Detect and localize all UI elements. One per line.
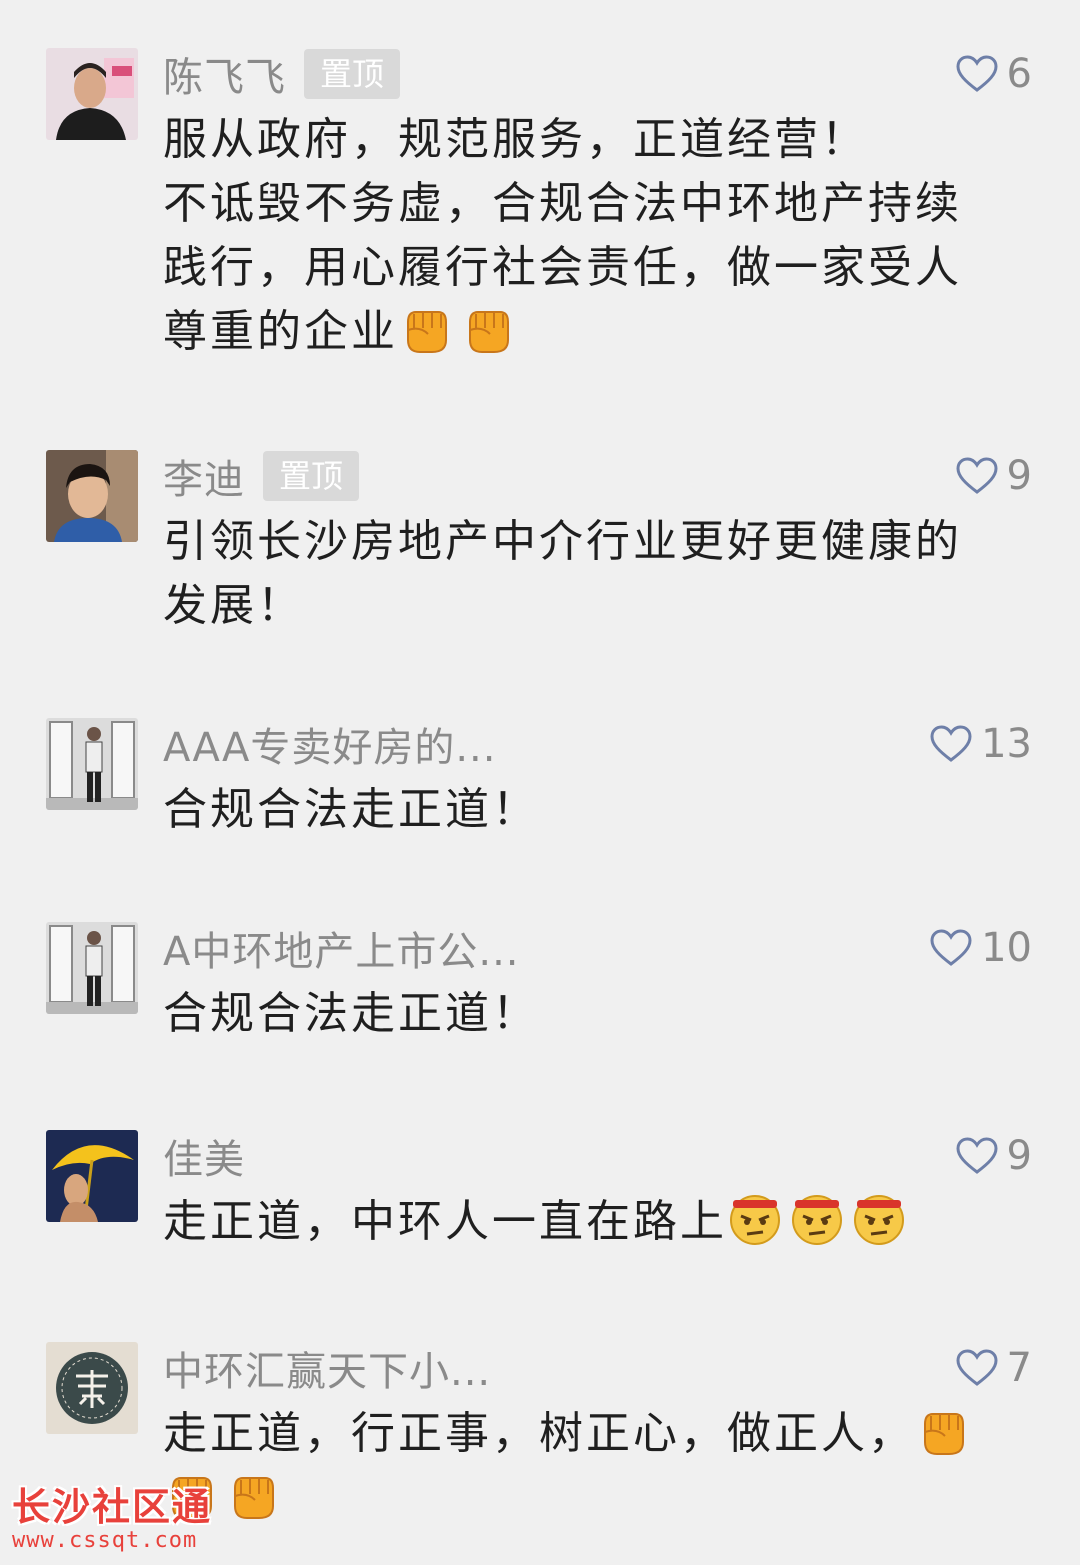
heart-icon	[955, 54, 999, 94]
comment-text: 走正道，行正事，树正心，做正人，	[163, 1402, 993, 1530]
fist-emoji	[460, 300, 516, 356]
fist-emoji	[398, 300, 454, 356]
watermark-url: www.cssqt.com	[12, 1528, 198, 1553]
commenter-name[interactable]: 佳美	[163, 1127, 245, 1185]
like-count: 9	[1006, 1133, 1032, 1179]
comment-text: 引领长沙房地产中介行业更好更健康的发展！	[163, 516, 962, 631]
comment-body: 服从政府，规范服务，正道经营！ 不诋毁不务虚，合规合法中环地产持续践行，用心履行…	[163, 114, 962, 357]
avatar-photo	[46, 48, 138, 140]
avatar[interactable]	[46, 718, 138, 810]
like-count: 7	[1006, 1345, 1032, 1391]
avatar-photo	[46, 718, 138, 810]
site-watermark: 长沙社区通 www.cssqt.com	[12, 1485, 212, 1553]
avatar[interactable]	[46, 48, 138, 140]
comment-text: 合规合法走正道！	[163, 988, 539, 1039]
commenter-name[interactable]: 中环汇赢天下小...	[163, 1339, 491, 1397]
like-button[interactable]: 13	[929, 718, 1032, 770]
fist-emoji	[225, 1466, 281, 1522]
like-count: 9	[1006, 453, 1032, 499]
watermark-title: 长沙社区通	[12, 1485, 213, 1529]
heart-icon	[929, 724, 973, 764]
commenter-name[interactable]: 陈飞飞	[163, 45, 286, 103]
comment-body: 走正道，行正事，树正心，做正人，	[163, 1408, 915, 1459]
determined-face-emoji	[727, 1190, 783, 1246]
comment-body: 走正道，中环人一直在路上	[163, 1196, 727, 1247]
commenter-name[interactable]: AAA专卖好房的...	[163, 715, 496, 773]
fist-emoji	[915, 1402, 971, 1458]
comment-text: 服从政府，规范服务，正道经营！ 不诋毁不务虚，合规合法中环地产持续践行，用心履行…	[163, 108, 993, 364]
like-count: 6	[1006, 51, 1032, 97]
like-button[interactable]: 10	[929, 922, 1032, 974]
avatar-photo	[46, 450, 138, 542]
determined-face-emoji	[851, 1190, 907, 1246]
like-button[interactable]: 7	[955, 1342, 1032, 1394]
determined-face-emoji	[789, 1190, 845, 1246]
like-button[interactable]: 9	[955, 450, 1032, 502]
comment-text: 合规合法走正道！	[163, 784, 539, 835]
avatar[interactable]	[46, 922, 138, 1014]
heart-icon	[955, 1348, 999, 1388]
commenter-name[interactable]: A中环地产上市公...	[163, 919, 520, 977]
commenter-name[interactable]: 李迪	[163, 447, 245, 505]
heart-icon	[955, 1136, 999, 1176]
like-count: 13	[981, 721, 1032, 767]
like-button[interactable]: 9	[955, 1130, 1032, 1182]
avatar[interactable]	[46, 1130, 138, 1222]
like-count: 10	[981, 925, 1032, 971]
avatar[interactable]	[46, 1342, 138, 1434]
avatar-photo	[46, 1130, 138, 1222]
avatar-photo	[46, 922, 138, 1014]
pinned-badge: 置顶	[263, 451, 360, 501]
heart-icon	[955, 456, 999, 496]
avatar-photo	[46, 1342, 138, 1434]
pinned-badge: 置顶	[304, 49, 401, 99]
comment-text: 走正道，中环人一直在路上	[163, 1190, 993, 1254]
avatar[interactable]	[46, 450, 138, 542]
like-button[interactable]: 6	[955, 48, 1032, 100]
heart-icon	[929, 928, 973, 968]
